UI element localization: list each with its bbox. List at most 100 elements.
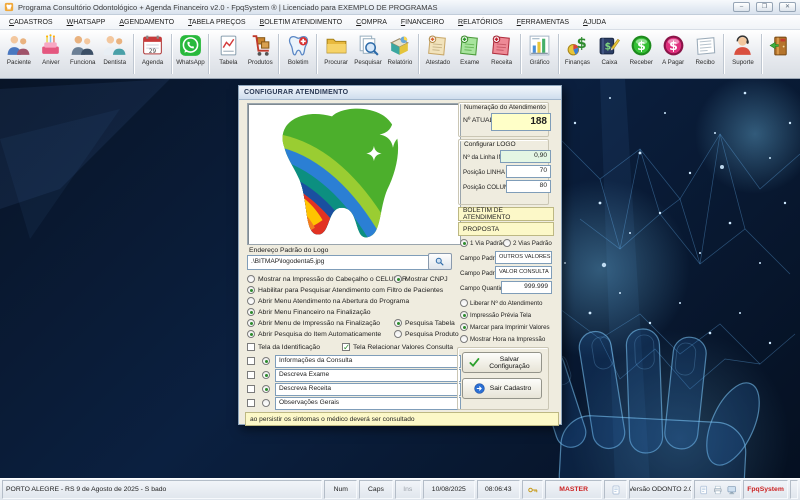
menu-ajuda[interactable]: AJUDA	[576, 16, 613, 29]
numero-atual-label: Nº ATUAL	[463, 117, 493, 124]
status-insert: Ins	[395, 480, 421, 499]
toolbar-separator	[316, 34, 318, 74]
radio-imprimir-valores-label: Marcar para Imprimir Valores	[470, 324, 550, 331]
status-devices-cell	[694, 480, 741, 499]
toolbar-pesquisar-button[interactable]: Pesquisar	[352, 32, 384, 77]
checkbox-tela-identificacao[interactable]	[247, 343, 255, 351]
menu-whatsapp[interactable]: WHATSAPP	[60, 16, 113, 29]
menu-tabela-precos[interactable]: TABELA PREÇOS	[181, 16, 252, 29]
menu-boletim-atendimento[interactable]: BOLETIM ATENDIMENTO	[253, 16, 350, 29]
dialog-title: CONFIGURAR ATENDIMENTO	[244, 89, 348, 96]
toolbar-tabela-button[interactable]: Tabela	[212, 32, 244, 77]
dental-logo-image	[248, 104, 458, 242]
toolbar-label: Aniver	[42, 59, 60, 66]
toolbar-separator	[520, 34, 522, 74]
radio-cnpj[interactable]	[394, 275, 402, 283]
radio-mostrar-hora-label: Mostrar Hora na Impressão	[470, 336, 545, 343]
finance-pie-icon: $	[565, 33, 590, 58]
toolbar-boletim-button[interactable]: Boletim	[282, 32, 314, 77]
toolbar-recibo-button[interactable]: Recibo	[689, 32, 721, 77]
posicao-linha-field[interactable]: 70	[506, 165, 551, 178]
toolbar-aniversario-button[interactable]: Aniver	[35, 32, 67, 77]
menu-agendamento[interactable]: AGENDAMENTO	[112, 16, 181, 29]
toolbar-caixa-button[interactable]: $Caixa	[593, 32, 625, 77]
toolbar-label: Exame	[460, 59, 479, 66]
dialog-titlebar[interactable]: CONFIGURAR ATENDIMENTO	[239, 86, 561, 100]
toolbar-receber-button[interactable]: $Receber	[625, 32, 657, 77]
radio-informacoes[interactable]	[262, 357, 270, 365]
toolbar-label: WhatsApp	[176, 59, 205, 66]
radio-menu-atendimento[interactable]	[247, 297, 255, 305]
tooth-bulletin-icon	[286, 33, 311, 58]
posicao-linha-label: Posição LINHA	[463, 169, 505, 176]
toolbar-suporte-button[interactable]: Suporte	[727, 32, 759, 77]
radio-1-via[interactable]	[460, 239, 468, 247]
toolbar-label: Receita	[491, 59, 512, 66]
radio-filtro-pacientes[interactable]	[247, 286, 255, 294]
radio-imprimir-valores[interactable]	[460, 323, 468, 331]
toolbar-funcionario-button[interactable]: Funciona	[67, 32, 99, 77]
toolbar-whatsapp-button[interactable]: WhatsApp	[175, 32, 207, 77]
menu-compra[interactable]: COMPRA	[349, 16, 394, 29]
campo-quantidade-field[interactable]: 999.999	[501, 281, 552, 294]
menu-ferramentas[interactable]: FERRAMENTAS	[510, 16, 576, 29]
minimize-button[interactable]: –	[733, 2, 750, 12]
radio-pesquisa-tabela[interactable]	[394, 319, 402, 327]
toolbar-separator	[558, 34, 560, 74]
restore-button[interactable]: ❐	[756, 2, 773, 12]
radio-menu-financeiro[interactable]	[247, 308, 255, 316]
radio-pesquisa-item[interactable]	[247, 330, 255, 338]
close-button[interactable]: ✕	[779, 2, 796, 12]
toolbar-atestado-button[interactable]: Atestado	[422, 32, 454, 77]
radio-liberar-numero[interactable]	[460, 299, 468, 307]
toolbar-apagar-button[interactable]: $A Pagar	[657, 32, 689, 77]
radio-observacoes[interactable]	[262, 399, 270, 407]
checkbox-tela-valores[interactable]	[342, 343, 350, 351]
toolbar-exame-button[interactable]: Exame	[454, 32, 486, 77]
checkbox-informacoes[interactable]	[247, 357, 255, 365]
campo-padrao-2-field[interactable]: VALOR CONSULTA	[495, 266, 552, 279]
toolbar-relatorio-button[interactable]: Relatório	[384, 32, 416, 77]
posicao-coluna-field[interactable]: 80	[506, 180, 551, 193]
menu-relatorios[interactable]: RELATÓRIOS	[451, 16, 510, 29]
radio-pesquisa-produto[interactable]	[394, 330, 402, 338]
browse-logo-button[interactable]	[428, 253, 452, 270]
toolbar-procurar-button[interactable]: Procurar	[320, 32, 352, 77]
radio-impressao-previa[interactable]	[460, 311, 468, 319]
toolbar-paciente-button[interactable]: Paciente	[3, 32, 35, 77]
radio-menu-impressao[interactable]	[247, 319, 255, 327]
toolbar-label: Boletim	[288, 59, 309, 66]
toolbar-label: Pesquisar	[354, 59, 382, 66]
exit-form-button[interactable]: Sair Cadastro	[462, 378, 542, 399]
radio-2-vias[interactable]	[503, 239, 511, 247]
input-descreva-receita[interactable]: Descreva Receita	[275, 383, 461, 396]
checkbox-descreva-receita[interactable]	[247, 385, 255, 393]
toolbar-agenda-button[interactable]: 29Agenda	[137, 32, 169, 77]
numero-atual-field[interactable]: 188	[491, 113, 551, 131]
radio-mostrar-hora[interactable]	[460, 335, 468, 343]
toolbar-financas-button[interactable]: $Finanças	[562, 32, 594, 77]
input-descreva-exame[interactable]: Descreva Exame	[275, 369, 461, 382]
toolbar-exit-button[interactable]	[765, 32, 797, 77]
window-title: Programa Consultório Odontológico + Agen…	[18, 3, 727, 12]
toolbar-grafico-button[interactable]: Gráfico	[524, 32, 556, 77]
menu-cadastros[interactable]: CADASTROS	[2, 16, 60, 29]
campo-padrao-1-field[interactable]: OUTROS VALORES	[495, 251, 552, 264]
menu-financeiro[interactable]: FINANCEIRO	[394, 16, 451, 29]
input-observacoes-gerais[interactable]: Observações Gerais	[275, 397, 461, 410]
input-informacoes-consulta[interactable]: Informações da Consulta	[275, 355, 461, 368]
toolbar-receita-button[interactable]: Receita	[486, 32, 518, 77]
dialog-body: Endereço Padrão do Logo .\BITMAP\logoden…	[239, 100, 561, 424]
logo-path-input[interactable]: .\BITMAP\logodenta5.jpg	[247, 255, 431, 270]
toolbar-produtos-button[interactable]: Produtos	[244, 32, 276, 77]
radio-descreva-receita[interactable]	[262, 385, 270, 393]
toolbar-dentista-button[interactable]: Dentista	[99, 32, 131, 77]
checkbox-descreva-exame[interactable]	[247, 371, 255, 379]
patients-icon	[6, 33, 31, 58]
save-config-button[interactable]: Salvar Configuração	[462, 352, 542, 373]
linha-inicial-field[interactable]: 0,90	[500, 150, 551, 163]
checkbox-observacoes[interactable]	[247, 399, 255, 407]
radio-descreva-exame[interactable]	[262, 371, 270, 379]
radio-cnpj-label: Mostrar CNPJ	[405, 276, 448, 283]
radio-celular[interactable]	[247, 275, 255, 283]
